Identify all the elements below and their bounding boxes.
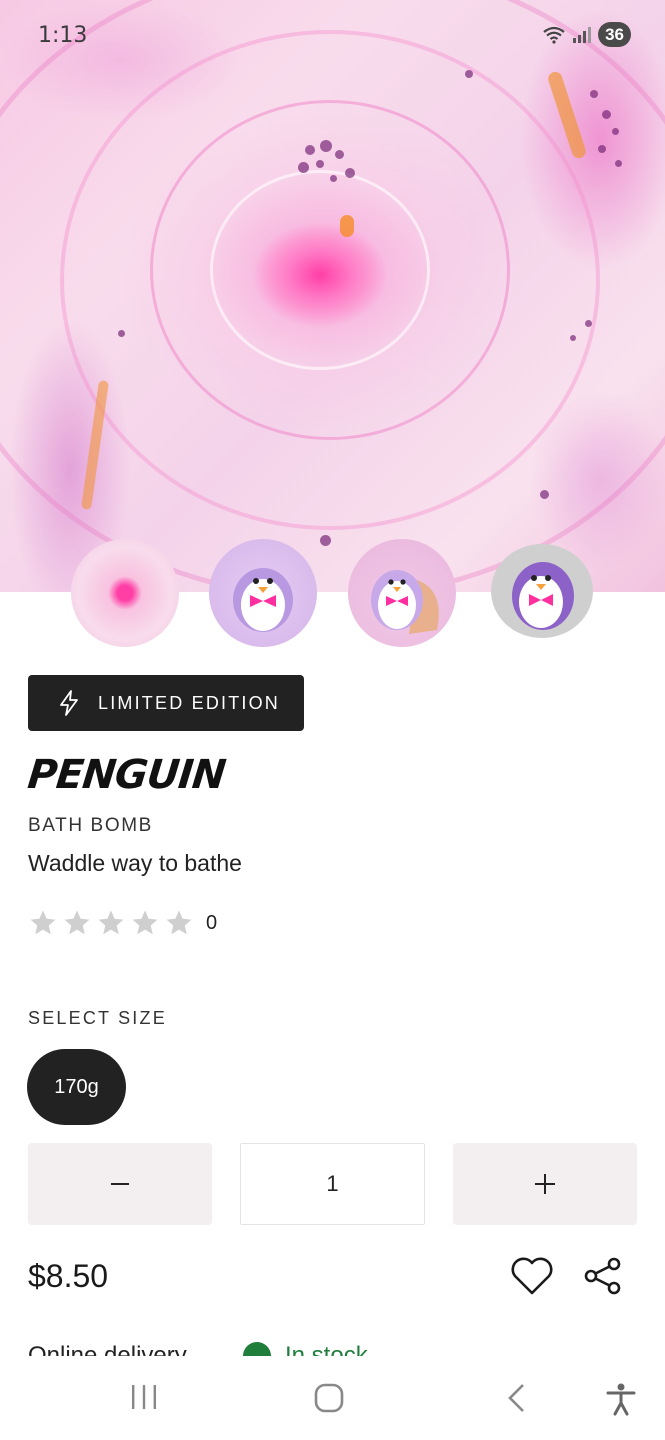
hero-bubble	[316, 160, 324, 168]
star-icon	[30, 910, 56, 935]
size-option-170g[interactable]: 170g	[27, 1049, 126, 1125]
plus-icon	[535, 1174, 555, 1194]
check-circle-icon	[243, 1342, 271, 1356]
delivery-label: Online delivery	[28, 1342, 187, 1356]
lightning-bolt-icon	[60, 690, 78, 716]
review-count: 0	[206, 911, 218, 934]
recent-apps-icon[interactable]	[130, 1382, 158, 1417]
hero-bubble	[118, 330, 125, 337]
hero-bubble	[615, 160, 622, 167]
rating[interactable]: 0	[28, 908, 217, 938]
product-title: PENGUIN	[25, 752, 228, 798]
signal-icon	[572, 26, 592, 44]
hero-bubble	[320, 140, 332, 152]
battery-icon: 36	[598, 22, 631, 47]
status-bar: 1:13 36	[0, 0, 665, 70]
hero-bubble	[345, 168, 355, 178]
product-price: $8.50	[28, 1258, 109, 1294]
back-icon[interactable]	[504, 1382, 528, 1419]
hero-bubble	[590, 90, 598, 98]
hero-bubble	[540, 490, 549, 499]
hero-swirl	[210, 170, 430, 370]
accessibility-icon[interactable]	[605, 1382, 637, 1421]
hero-bubble	[330, 175, 337, 182]
minus-icon	[111, 1183, 129, 1185]
thumbnail-penguin-front[interactable]	[209, 539, 317, 647]
thumbnail-bath-water[interactable]	[71, 539, 179, 647]
hero-bubble	[320, 535, 331, 546]
home-icon[interactable]	[313, 1382, 345, 1419]
system-nav-bar	[0, 1356, 665, 1440]
hero-bubble	[570, 335, 576, 341]
hero-bubble	[298, 162, 309, 173]
hero-bubble	[465, 70, 473, 78]
star-icon	[166, 910, 192, 935]
select-size-label: SELECT SIZE	[28, 1008, 167, 1028]
status-icons: 36	[542, 22, 631, 47]
hero-bubble	[598, 145, 606, 153]
thumbnail-penguin-in-hand[interactable]	[348, 539, 456, 647]
heart-icon[interactable]	[510, 1256, 554, 1301]
quantity-input[interactable]: 1	[240, 1143, 425, 1225]
product-category: BATH BOMB	[28, 815, 153, 836]
limited-edition-badge: LIMITED EDITION	[28, 675, 304, 731]
hero-streak	[340, 215, 354, 237]
stock-status: In stock	[285, 1342, 368, 1356]
limited-edition-label: LIMITED EDITION	[98, 692, 281, 713]
thumbnail-penguin-side[interactable]	[491, 544, 593, 638]
penguin-in-hand-image	[371, 570, 439, 635]
penguin-image	[233, 568, 293, 633]
star-icon	[132, 910, 158, 935]
product-tagline: Waddle way to bathe	[28, 850, 242, 876]
hero-bubble	[305, 145, 315, 155]
hero-bubble	[335, 150, 344, 159]
hero-bubble	[602, 110, 611, 119]
hero-image: 1:13 36	[0, 0, 665, 592]
penguin-side-image	[512, 561, 574, 630]
hero-bubble	[585, 320, 592, 327]
wifi-icon	[542, 25, 566, 45]
star-icon	[98, 910, 124, 935]
quantity-decrease-button[interactable]	[28, 1143, 212, 1225]
quantity-increase-button[interactable]	[453, 1143, 637, 1225]
status-time: 1:13	[38, 23, 88, 48]
delivery-row: Online delivery In stock	[0, 1330, 665, 1356]
share-icon[interactable]	[583, 1256, 623, 1301]
star-icon	[64, 910, 90, 935]
hero-bubble	[612, 128, 619, 135]
